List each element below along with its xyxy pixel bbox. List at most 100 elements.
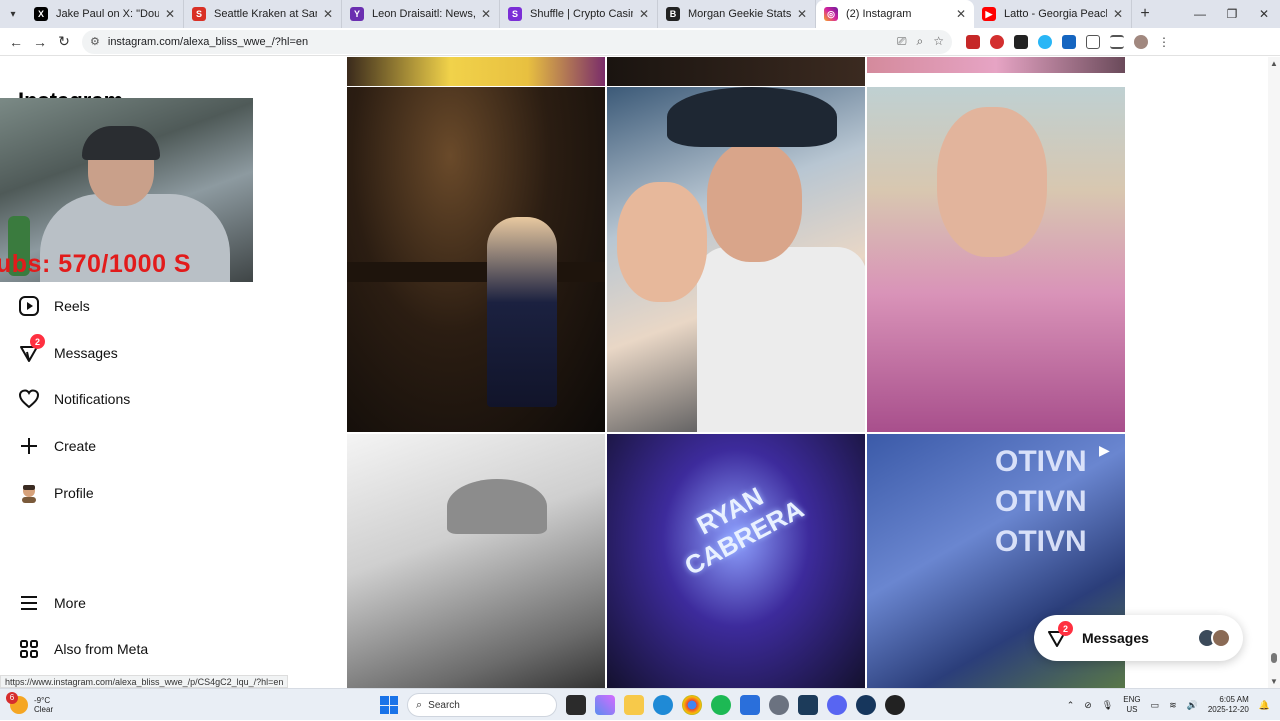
post-thumbnail-concert[interactable]: RYAN CABRERA	[607, 434, 865, 688]
file-explorer-icon[interactable]	[624, 695, 644, 715]
close-icon[interactable]: ✕	[1113, 7, 1123, 21]
messages-badge: 2	[30, 334, 45, 349]
tab-shuffle[interactable]: S Shuffle | Crypto Casino & Bitco ✕	[500, 0, 658, 28]
tab-search-button[interactable]: ▾	[0, 0, 26, 28]
back-icon[interactable]: ←	[4, 34, 28, 50]
forward-icon[interactable]: →	[28, 34, 52, 50]
display-icon[interactable]: ▭	[1151, 700, 1160, 711]
weather-badge: 6	[6, 691, 18, 704]
tab-instagram[interactable]: ◎ (2) Instagram ✕	[816, 0, 974, 28]
microphone-icon[interactable]: 🎙	[1102, 700, 1113, 711]
scrollbar-thumb[interactable]	[1271, 653, 1277, 663]
obs-icon[interactable]	[885, 695, 905, 715]
face	[707, 142, 802, 262]
scroll-up-icon[interactable]: ▲	[1270, 59, 1278, 68]
weather-text: -9°C Clear	[34, 696, 53, 714]
taskbar-apps: ⌕ Search	[380, 689, 905, 721]
address-bar[interactable]: ⚙ instagram.com/alexa_bliss_wwe_/?hl=en …	[82, 29, 952, 54]
close-window-icon[interactable]: ✕	[1248, 7, 1280, 21]
site-info-icon[interactable]: ⚙	[90, 35, 100, 48]
windows-taskbar: 6 -9°C Clear ⌕ Search ⌃ ⊘ 🎙 ENG US ▭ ≋ 🔊…	[0, 688, 1280, 720]
zoom-icon[interactable]: ⌕	[917, 34, 924, 49]
close-icon[interactable]: ✕	[797, 7, 807, 21]
post-thumbnail[interactable]	[607, 57, 865, 86]
reel-play-icon: ▶	[1099, 442, 1110, 458]
youtube-icon: ▶	[982, 7, 996, 21]
tab-kraken[interactable]: S Seattle Kraken at San Jose Shar ✕	[184, 0, 342, 28]
tab-latto[interactable]: ▶ Latto - Georgia Peach (Official ✕	[974, 0, 1132, 28]
extension-icon[interactable]	[966, 34, 980, 49]
sidebar-item-label: Profile	[54, 485, 94, 501]
webcam-overlay: ubs: 570/1000 S	[0, 98, 253, 282]
tab-draisaitl[interactable]: Y Leon Draisaitl: News, Stats, Gar ✕	[342, 0, 500, 28]
new-tab-button[interactable]: +	[1132, 5, 1158, 23]
clock[interactable]: 6:05 AM 2025-12-20	[1208, 695, 1249, 715]
messages-floating-button[interactable]: 2 Messages	[1034, 615, 1243, 661]
sidebar-item-profile[interactable]: Profile	[18, 482, 94, 504]
post-thumbnail-selfie[interactable]	[607, 87, 865, 432]
close-icon[interactable]: ✕	[165, 7, 175, 21]
site-icon: Y	[350, 7, 364, 21]
edge-icon[interactable]	[653, 695, 673, 715]
couple-figure	[487, 217, 557, 407]
app-icon[interactable]	[798, 695, 818, 715]
messenger-icon: 2	[1046, 621, 1073, 649]
weather-widget[interactable]: 6 -9°C Clear	[6, 691, 90, 714]
extension-icon[interactable]	[1014, 34, 1028, 49]
taskbar-search[interactable]: ⌕ Search	[407, 693, 557, 717]
post-thumbnail[interactable]	[867, 57, 1125, 73]
volume-icon[interactable]: 🔊	[1187, 700, 1198, 711]
steam-icon[interactable]	[856, 695, 876, 715]
network-off-icon[interactable]: ⊘	[1084, 700, 1092, 711]
messages-badge: 2	[1058, 621, 1073, 636]
copilot-icon[interactable]	[595, 695, 615, 715]
tab-geekie[interactable]: B Morgan Geekie Stats And News ✕	[658, 0, 816, 28]
post-thumbnail-portrait[interactable]	[867, 87, 1125, 432]
sidebar-item-also-from-meta[interactable]: Also from Meta	[18, 638, 148, 660]
media-controls-icon[interactable]	[1110, 34, 1124, 49]
sidebar-item-create[interactable]: Create	[18, 435, 96, 457]
restore-icon[interactable]: ❐	[1216, 7, 1248, 21]
notepad-icon[interactable]	[740, 695, 760, 715]
reload-icon[interactable]: ↻	[52, 33, 76, 50]
scroll-down-icon[interactable]: ▼	[1270, 677, 1278, 686]
messages-label: Messages	[1082, 630, 1149, 646]
post-thumbnail[interactable]	[347, 57, 605, 86]
avatar	[1211, 628, 1231, 648]
chevron-up-icon[interactable]: ⌃	[1067, 700, 1075, 711]
post-thumbnail-bw-kiss[interactable]	[347, 434, 605, 688]
sidebar-item-messages[interactable]: 2 Messages	[18, 334, 118, 364]
discord-icon[interactable]	[827, 695, 847, 715]
task-view-icon[interactable]	[566, 695, 586, 715]
notification-bell-icon[interactable]: 🔔	[1259, 700, 1270, 711]
profile-post-grid: RYAN CABRERA OTIVN OTIVN OTIVN ▶	[347, 57, 1125, 688]
shirt	[697, 247, 865, 432]
tab-jake-paul[interactable]: X Jake Paul on X: "Double broken ✕	[26, 0, 184, 28]
language-indicator[interactable]: ENG US	[1123, 695, 1140, 715]
sidebar-item-notifications[interactable]: Notifications	[18, 388, 130, 410]
wifi-icon[interactable]: ≋	[1169, 700, 1177, 711]
page-scrollbar[interactable]: ▲ ▼	[1268, 57, 1280, 688]
settings-icon[interactable]	[769, 695, 789, 715]
close-icon[interactable]: ✕	[481, 7, 491, 21]
bookmark-star-icon[interactable]: ☆	[933, 34, 944, 49]
extension-icon[interactable]	[1038, 34, 1052, 49]
minimize-icon[interactable]: —	[1184, 7, 1216, 21]
install-app-icon[interactable]: ⎚	[897, 34, 907, 49]
extension-icon[interactable]	[1062, 34, 1076, 49]
close-icon[interactable]: ✕	[639, 7, 649, 21]
sidebar-item-reels[interactable]: Reels	[18, 295, 90, 317]
sidebar-item-more[interactable]: More	[18, 592, 86, 614]
chrome-icon[interactable]	[682, 695, 702, 715]
kebab-menu-icon[interactable]: ⋮	[1158, 35, 1170, 49]
post-thumbnail-bar[interactable]	[347, 87, 605, 432]
close-icon[interactable]: ✕	[956, 7, 966, 21]
window-controls: — ❐ ✕	[1184, 7, 1280, 21]
puzzle-icon[interactable]	[1086, 34, 1100, 49]
spotify-icon[interactable]	[711, 695, 731, 715]
windows-start-icon[interactable]	[380, 696, 398, 714]
extension-icon[interactable]	[990, 34, 1004, 49]
close-icon[interactable]: ✕	[323, 7, 333, 21]
profile-avatar[interactable]	[1134, 34, 1148, 49]
instagram-icon: ◎	[824, 7, 838, 21]
